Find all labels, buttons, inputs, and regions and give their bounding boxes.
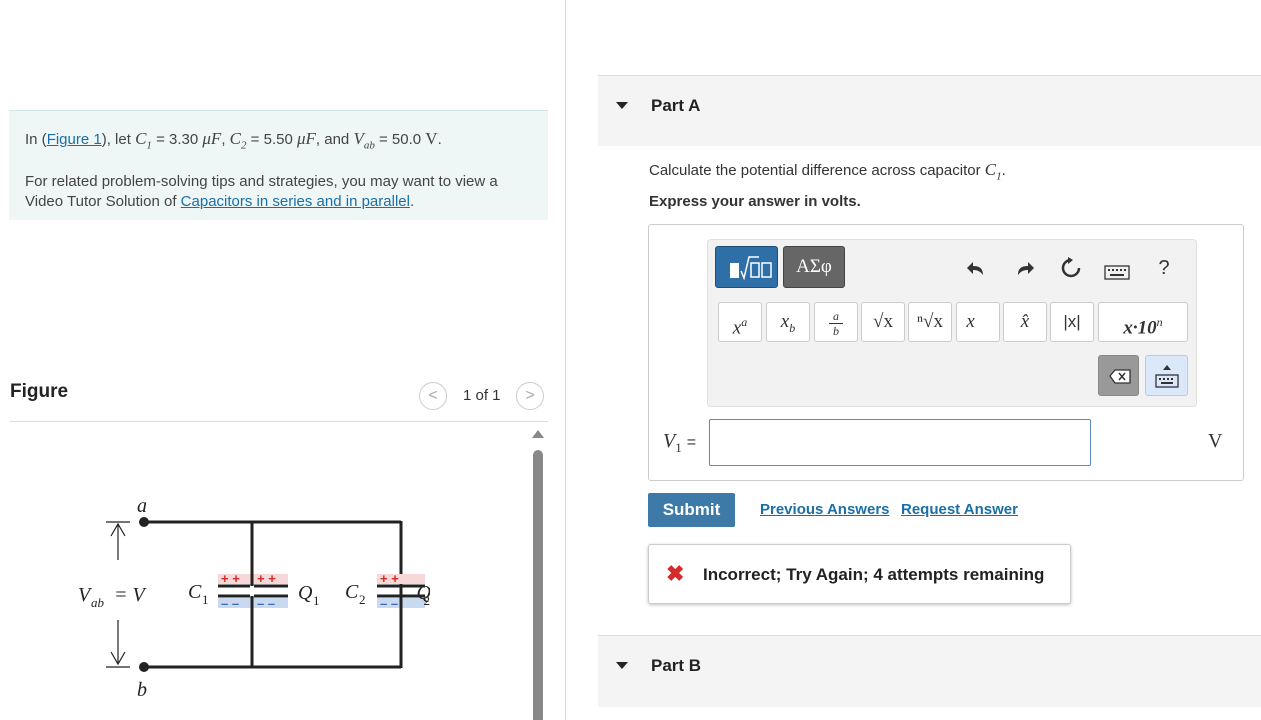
figure-count: 1 of 1 xyxy=(463,387,501,404)
c2-plus-charges: + + xyxy=(380,571,399,586)
problem-statement: In (Figure 1), let C1 = 3.30 μF, C2 = 5.… xyxy=(9,110,548,220)
virtual-keyboard-button[interactable] xyxy=(1145,355,1188,396)
vab-value: = 50.0 xyxy=(379,131,422,148)
tips-text: For related problem-solving tips and str… xyxy=(25,173,498,211)
part-a-header[interactable]: Part A xyxy=(598,75,1261,146)
chevron-right-icon: > xyxy=(525,387,535,404)
c1-symbol: C1 xyxy=(135,129,152,152)
templates-icon xyxy=(730,256,772,281)
prev-figure-button[interactable]: < xyxy=(419,382,447,410)
c2-label: C xyxy=(345,581,359,603)
reset-icon[interactable] xyxy=(1057,256,1085,286)
collapse-caret-icon[interactable] xyxy=(616,102,628,109)
c1-plus-charges-right: + + xyxy=(257,571,276,586)
submit-button[interactable]: Submit xyxy=(648,493,735,527)
answer-unit: V xyxy=(1208,430,1223,452)
feedback-message: ✖ Incorrect; Try Again; 4 attempts remai… xyxy=(648,544,1071,604)
part-a-title: Part A xyxy=(651,96,701,115)
square-root-key[interactable]: √x xyxy=(861,302,905,342)
vector-key[interactable]: x⃗ xyxy=(956,302,1000,342)
c2-symbol: C2 xyxy=(229,129,247,152)
equals-v-label: = V xyxy=(114,584,147,606)
question-text: Calculate the potential difference acros… xyxy=(649,162,981,179)
c2-value: = 5.50 xyxy=(250,131,293,148)
chevron-left-icon: < xyxy=(428,387,438,404)
video-tutor-link[interactable]: Capacitors in series and in parallel xyxy=(181,193,410,210)
answer-instruction: Express your answer in volts. xyxy=(649,193,861,210)
scroll-thumb[interactable] xyxy=(533,450,543,720)
question-symbol: C xyxy=(984,160,997,179)
c1-subscript: 1 xyxy=(202,592,209,607)
vab-subscript: ab xyxy=(91,595,105,610)
problem-pane: In (Figure 1), let C1 = 3.30 μF, C2 = 5.… xyxy=(0,0,566,720)
and-text: , and xyxy=(315,131,350,148)
previous-answers-link[interactable]: Previous Answers xyxy=(760,501,890,518)
request-answer-link[interactable]: Request Answer xyxy=(901,501,1018,518)
vab-unit: V xyxy=(425,129,438,148)
backspace-key[interactable] xyxy=(1098,355,1139,396)
incorrect-icon: ✖ xyxy=(666,561,685,586)
node-a-label: a xyxy=(137,495,147,517)
q2-subscript: 2 xyxy=(424,593,431,608)
part-b-header[interactable]: Part B xyxy=(598,635,1261,707)
part-b-title: Part B xyxy=(651,656,702,675)
part-a-question: Calculate the potential difference acros… xyxy=(649,160,1006,182)
c2-minus-charges: – – xyxy=(380,596,398,611)
circuit-diagram: a b V ab = V C 1 Q 1 C 2 Q 2 + + + + + +… xyxy=(78,495,431,701)
intro-text: In ( xyxy=(25,131,47,148)
q1-subscript: 1 xyxy=(313,593,320,608)
c2-unit: μF xyxy=(296,129,316,148)
c1-unit: μF xyxy=(202,129,222,148)
answer-input[interactable] xyxy=(709,419,1091,466)
figure-header: Figure < 1 of 1 > xyxy=(10,380,548,422)
next-figure-button[interactable]: > xyxy=(516,382,544,410)
c1-minus-charges-right: – – xyxy=(257,596,275,611)
redo-icon[interactable] xyxy=(1010,256,1038,286)
nth-root-key[interactable]: ⁿ√x xyxy=(908,302,952,342)
fraction-key[interactable]: ab xyxy=(814,302,858,342)
answer-variable-label: V1 = xyxy=(663,430,697,455)
templates-button[interactable] xyxy=(715,246,778,288)
scientific-notation-key[interactable]: x·10n xyxy=(1098,302,1188,342)
figure-scrollbar[interactable] xyxy=(532,430,544,720)
backspace-icon xyxy=(1109,369,1131,384)
node-b-label: b xyxy=(137,679,147,701)
figure-title: Figure xyxy=(10,381,69,402)
q1-label: Q xyxy=(298,582,313,604)
figure-link[interactable]: Figure 1 xyxy=(47,131,102,148)
c1-label: C xyxy=(188,581,202,603)
feedback-text: Incorrect; Try Again; 4 attempts remaini… xyxy=(703,565,1045,584)
intro-text: ), let xyxy=(101,131,131,148)
c2-subscript: 2 xyxy=(359,592,366,607)
greek-symbols-button[interactable]: ΑΣφ xyxy=(783,246,845,288)
undo-icon[interactable] xyxy=(963,256,991,286)
vab-symbol: Vab xyxy=(353,129,375,152)
subscript-key[interactable]: xb xyxy=(766,302,810,342)
keyboard-icon xyxy=(1155,365,1179,388)
scroll-up-arrow-icon[interactable] xyxy=(532,430,544,438)
question-period: . xyxy=(1001,162,1006,179)
c1-value: = 3.30 xyxy=(156,131,199,148)
c1-minus-charges-left: – – xyxy=(221,596,239,611)
collapse-caret-icon[interactable] xyxy=(616,662,628,669)
math-toolbar: ΑΣφ ? xa xb ab √x ⁿ√x x⃗ x̂ |x| x·10n xyxy=(707,239,1197,407)
given-values: In (Figure 1), let C1 = 3.30 μF, C2 = 5.… xyxy=(25,129,442,152)
unit-vector-key[interactable]: x̂ xyxy=(1003,302,1047,342)
keyboard-shortcuts-icon[interactable] xyxy=(1103,260,1131,286)
superscript-key[interactable]: xa xyxy=(718,302,762,342)
c1-plus-charges-left: + + xyxy=(221,571,240,586)
absolute-value-key[interactable]: |x| xyxy=(1050,302,1094,342)
help-icon[interactable]: ? xyxy=(1154,257,1174,280)
